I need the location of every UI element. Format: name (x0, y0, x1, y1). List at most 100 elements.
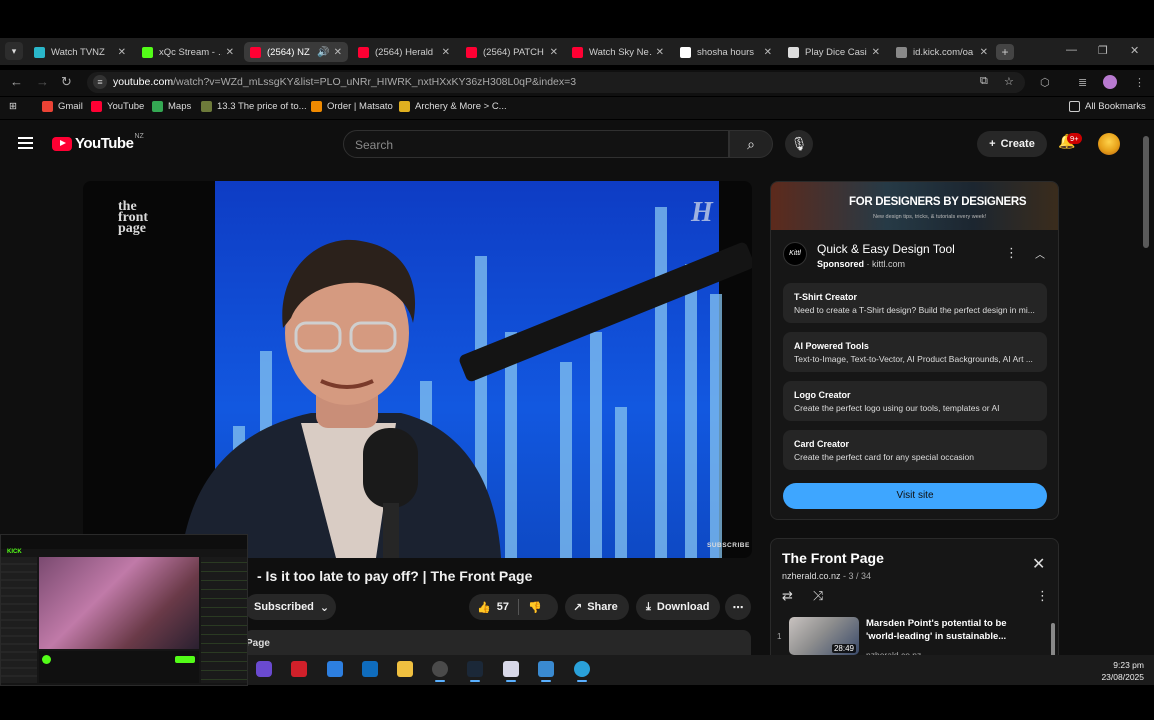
playlist-item-index: 1 (777, 632, 782, 641)
new-tab-button[interactable]: + (996, 44, 1014, 60)
visit-site-button[interactable]: Visit site (783, 483, 1047, 509)
search-placeholder: Search (355, 138, 394, 152)
ad-card-card-creator[interactable]: Card Creator Create the perfect card for … (783, 430, 1047, 470)
playlist-item-title[interactable]: Marsden Point's potential to be 'world-l… (866, 617, 1026, 643)
tab-title: (2564) NZ (267, 46, 310, 58)
bookmark-youtube[interactable]: YouTube (91, 101, 144, 112)
install-app-icon[interactable]: ⧉ (980, 75, 988, 88)
ad-card-logo[interactable]: Logo Creator Create the perfect logo usin… (783, 381, 1047, 421)
minimize-icon[interactable]: — (1066, 44, 1077, 56)
taskbar-purple-app-icon[interactable] (256, 661, 272, 677)
browser-tab[interactable]: id.kick.com/oa ✕ (890, 42, 994, 62)
link-app-icon[interactable] (432, 661, 448, 682)
close-tab-icon[interactable]: ✕ (872, 47, 880, 58)
playlist-menu-icon[interactable]: ⋮ (1036, 588, 1049, 604)
close-tab-icon[interactable]: ✕ (550, 47, 558, 58)
back-icon[interactable]: ← (10, 74, 23, 89)
browser-tab[interactable]: Play Dice Casi… ✕ (782, 42, 886, 62)
search-button[interactable]: ⌕ (729, 130, 773, 158)
browser-tab[interactable]: shosha hours ✕ (674, 42, 778, 62)
tab-title: xQc Stream - … (159, 46, 222, 58)
bookmark-star-icon[interactable]: ☆ (1004, 75, 1014, 88)
stream-overlay-thumbnail[interactable]: KICK (0, 534, 248, 686)
shuffle-icon[interactable]: ⤨ (813, 588, 823, 604)
apps-grid-icon[interactable]: ⊞ (9, 101, 17, 112)
blue-app-icon[interactable] (538, 661, 554, 682)
omnibox[interactable]: ≡ youtube.com/watch?v=WZd_mLssgKY&list=P… (87, 72, 1025, 93)
collapse-chevron-icon[interactable]: ︿ (1035, 246, 1045, 261)
search-input[interactable]: Search (343, 130, 729, 158)
overlay-chat (201, 557, 247, 683)
like-count[interactable]: 57 (497, 601, 509, 613)
download-button[interactable]: ⤓ Download (636, 594, 720, 620)
close-tab-icon[interactable]: ✕ (656, 47, 664, 58)
like-icon[interactable]: 👍 (477, 601, 491, 614)
browser-tab[interactable]: (2564) PATCH ✕ (460, 42, 564, 62)
ad-menu-icon[interactable]: ⋮ (1005, 245, 1018, 261)
playlist-title[interactable]: The Front Page (782, 550, 884, 566)
close-window-icon[interactable]: ✕ (1130, 44, 1139, 57)
more-actions-button[interactable]: ⋯ (725, 594, 751, 620)
extensions-icon[interactable]: ⬡ (1040, 76, 1050, 89)
account-avatar[interactable] (1098, 133, 1120, 155)
dislike-icon[interactable]: 👎 (528, 601, 542, 614)
forward-icon[interactable]: → (36, 74, 49, 89)
ad-banner[interactable]: FOR DESIGNERS BY DESIGNERS New design ti… (771, 182, 1058, 230)
clock[interactable]: 9:23 pm 23/08/2025 (1100, 659, 1144, 683)
close-tab-icon[interactable]: ✕ (334, 47, 342, 58)
voice-search-icon[interactable]: 🎙 (785, 130, 813, 158)
tab-title: (2564) Herald (375, 46, 434, 58)
loop-icon[interactable]: ⇄ (782, 588, 793, 604)
page-scrollbar[interactable] (1143, 136, 1149, 248)
folder-icon (1069, 101, 1080, 112)
bookmark-maps[interactable]: Maps (152, 101, 191, 112)
taskbar-red-app-icon[interactable] (291, 661, 307, 677)
all-bookmarks[interactable]: All Bookmarks (1069, 101, 1146, 112)
file-explorer-icon[interactable] (397, 661, 413, 677)
close-tab-icon[interactable]: ✕ (442, 47, 450, 58)
youtube-logo[interactable]: YouTube NZ (52, 133, 144, 152)
close-tab-icon[interactable]: ✕ (226, 47, 234, 58)
maximize-icon[interactable]: ❐ (1098, 44, 1108, 57)
advertiser-logo[interactable]: Kittl (783, 242, 807, 266)
video-player[interactable]: the front page H SUBSCRIBE (83, 181, 752, 558)
media-controls-icon[interactable]: ≣ (1078, 76, 1087, 89)
bookmark-matsato[interactable]: Order | Matsato (311, 101, 393, 112)
youtube-play-icon (52, 136, 72, 151)
share-button[interactable]: ↗ Share (565, 594, 629, 620)
bookmark-price[interactable]: 13.3 The price of to... (201, 101, 307, 112)
tab-audio-icon[interactable]: 🔊 (317, 47, 329, 58)
site-info-icon[interactable]: ≡ (93, 75, 107, 89)
close-tab-icon[interactable]: ✕ (764, 47, 772, 58)
steam-icon[interactable] (467, 661, 483, 682)
outlook-icon[interactable] (362, 661, 378, 677)
ad-card-ai-tools[interactable]: AI Powered Tools Text-to-Image, Text-to-V… (783, 332, 1047, 372)
url-text[interactable]: youtube.com/watch?v=WZd_mLssgKY&list=PLO… (113, 76, 576, 88)
close-playlist-icon[interactable]: ✕ (1032, 554, 1045, 574)
playlist-scrollbar[interactable] (1051, 623, 1055, 657)
browser-tab[interactable]: Watch TVNZ ✕ (28, 42, 132, 62)
reload-icon[interactable]: ↻ (61, 74, 72, 90)
browser-tab[interactable]: (2564) NZ 🔊 ✕ (244, 42, 348, 62)
browser-menu-icon[interactable]: ⋮ (1134, 76, 1145, 89)
notepad-icon[interactable] (503, 661, 519, 682)
ad-banner-title: FOR DESIGNERS BY DESIGNERS (849, 196, 1027, 208)
bookmark-gmail[interactable]: Gmail (42, 101, 83, 112)
hamburger-menu-icon[interactable] (18, 137, 33, 152)
ad-title[interactable]: Quick & Easy Design Tool (817, 242, 955, 256)
profile-avatar[interactable] (1103, 75, 1117, 89)
subscribed-button[interactable]: Subscribed ⌄ (244, 594, 336, 620)
browser-tab[interactable]: (2564) Herald ✕ (352, 42, 456, 62)
bookmark-archery[interactable]: Archery & More > C... (399, 101, 507, 112)
close-tab-icon[interactable]: ✕ (118, 47, 126, 58)
browser-tab[interactable]: xQc Stream - … ✕ (136, 42, 240, 62)
store-icon[interactable] (327, 661, 343, 677)
telegram-icon[interactable] (574, 661, 590, 682)
download-icon: ⤓ (646, 600, 651, 613)
browser-tab[interactable]: Watch Sky Ne… ✕ (566, 42, 670, 62)
playlist-item-thumbnail[interactable]: 28:49 (789, 617, 859, 655)
create-button[interactable]: + Create (977, 131, 1047, 157)
close-tab-icon[interactable]: ✕ (980, 47, 988, 58)
tab-search-button[interactable]: ▾ (5, 42, 23, 60)
ad-card-tshirt[interactable]: T-Shirt Creator Need to create a T-Shirt … (783, 283, 1047, 323)
